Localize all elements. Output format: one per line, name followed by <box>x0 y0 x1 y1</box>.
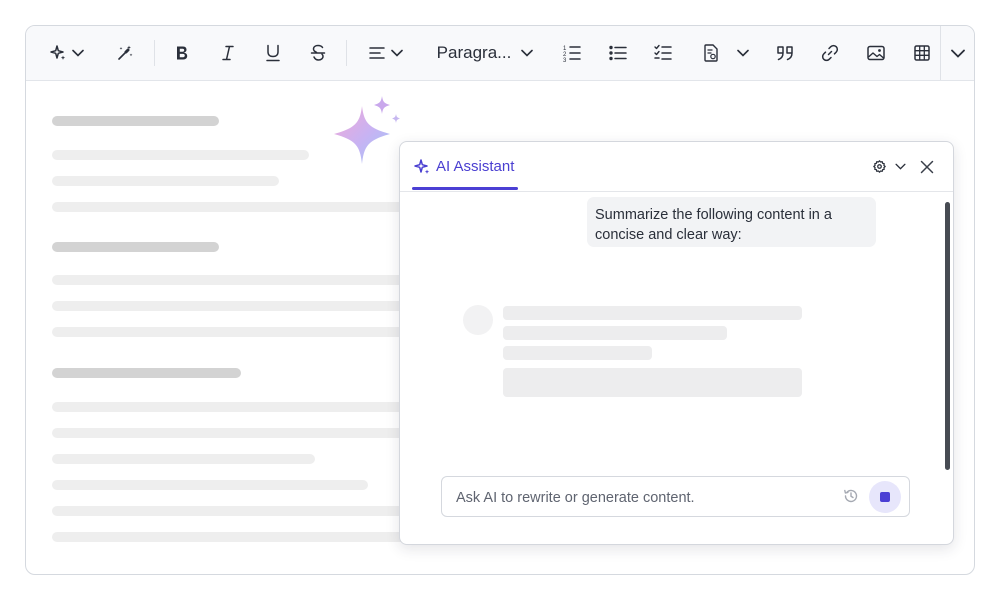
response-loading-line <box>503 326 727 340</box>
image-icon <box>867 45 885 61</box>
content-placeholder-line <box>52 176 279 186</box>
ai-assistant-title: AI Assistant <box>436 158 515 175</box>
close-icon <box>920 160 934 173</box>
chevron-down-icon <box>391 49 403 57</box>
ai-quick-action-button[interactable] <box>112 26 138 80</box>
panel-scrollbar[interactable] <box>945 202 950 470</box>
content-placeholder-heading <box>52 116 219 126</box>
ai-assistant-panel: AI Assistant Summarize the following con… <box>399 141 954 545</box>
chevron-down-icon <box>737 49 749 57</box>
chevron-down-icon <box>521 49 534 57</box>
document-template-icon <box>704 44 718 62</box>
sparkle-icon <box>414 158 430 174</box>
magic-wand-icon <box>118 45 133 60</box>
align-dropdown[interactable] <box>363 26 409 80</box>
insert-template-dropdown[interactable] <box>700 26 752 80</box>
numbered-list-button[interactable]: 123 <box>559 26 585 80</box>
tab-ai-assistant[interactable]: AI Assistant <box>412 142 516 191</box>
todo-list-button[interactable] <box>650 26 676 80</box>
ai-prompt-input[interactable] <box>454 477 838 518</box>
gear-icon <box>872 160 886 173</box>
align-left-icon <box>369 47 385 59</box>
content-placeholder-line <box>52 301 412 311</box>
toolbar-divider <box>154 40 155 66</box>
strikethrough-icon <box>310 44 326 61</box>
content-placeholder-line <box>52 428 412 438</box>
settings-dropdown[interactable] <box>869 147 909 187</box>
bulleted-list-icon <box>609 45 627 61</box>
close-panel-button[interactable] <box>915 155 939 179</box>
ai-assistant-header: AI Assistant <box>400 142 953 192</box>
content-placeholder-line <box>52 327 412 337</box>
assistant-avatar-placeholder <box>463 305 493 335</box>
response-loading-block <box>503 368 802 397</box>
content-placeholder-line <box>52 532 412 542</box>
sparkle-icon <box>50 45 66 60</box>
content-placeholder-line <box>52 150 309 160</box>
ai-prompt-input-box <box>441 476 910 518</box>
insert-image-button[interactable] <box>863 26 889 80</box>
chevron-down-icon <box>72 49 84 57</box>
checklist-icon <box>654 44 672 60</box>
paragraph-format-dropdown[interactable]: Paragra... <box>435 26 535 80</box>
blockquote-button[interactable] <box>772 26 798 80</box>
underline-icon <box>266 44 280 62</box>
response-loading-line <box>503 306 802 320</box>
numbered-list-icon: 123 <box>563 46 581 62</box>
more-tools-button[interactable] <box>940 26 974 80</box>
insert-table-button[interactable] <box>909 26 935 80</box>
chevron-down-icon <box>894 163 906 170</box>
ai-commands-dropdown[interactable] <box>44 26 90 80</box>
bold-icon <box>177 46 188 60</box>
table-icon <box>914 45 930 61</box>
link-icon <box>821 44 839 62</box>
ai-sparkle-decoration-icon <box>334 96 400 164</box>
content-placeholder-heading <box>52 242 219 252</box>
content-placeholder-line <box>52 454 315 464</box>
active-tab-indicator <box>412 187 518 190</box>
history-icon[interactable] <box>843 488 859 504</box>
bold-button[interactable] <box>169 26 195 80</box>
underline-button[interactable] <box>260 26 286 80</box>
content-placeholder-line <box>52 402 412 412</box>
content-placeholder-line <box>52 506 412 516</box>
response-loading-line <box>503 346 652 360</box>
stop-generation-button[interactable] <box>869 481 901 513</box>
italic-button[interactable] <box>215 26 241 80</box>
chevron-down-icon <box>950 49 965 58</box>
italic-icon <box>222 45 234 61</box>
content-placeholder-heading <box>52 368 241 378</box>
strikethrough-button[interactable] <box>305 26 331 80</box>
user-prompt-message: Summarize the following content in a con… <box>587 197 876 247</box>
quote-icon <box>777 46 793 61</box>
stop-icon <box>880 492 890 502</box>
content-placeholder-line <box>52 275 412 285</box>
content-placeholder-line <box>52 202 412 212</box>
content-placeholder-line <box>52 480 368 490</box>
toolbar-divider <box>346 40 347 66</box>
bulleted-list-button[interactable] <box>605 26 631 80</box>
header-actions <box>869 142 953 191</box>
insert-link-button[interactable] <box>817 26 843 80</box>
svg-text:3: 3 <box>563 58 567 62</box>
editor-toolbar: Paragra... 123 <box>26 26 974 81</box>
paragraph-format-label: Paragra... <box>436 43 512 62</box>
